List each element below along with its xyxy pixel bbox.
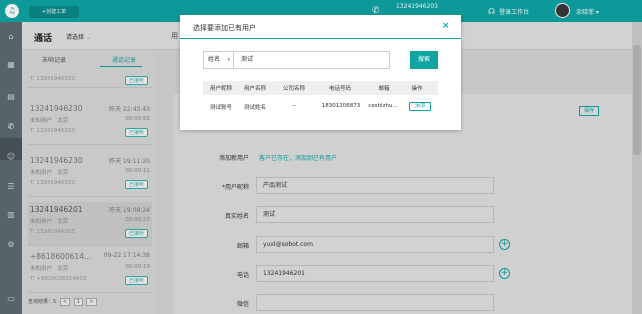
search-button[interactable]: 搜索	[410, 51, 438, 69]
add-existing-user-dialog: 选择要添加已有用户 × 姓名 ▾ 测试 搜索 用户昵称 用户名称 公司名称 电话…	[180, 15, 461, 130]
chevron-down-icon: ▾	[227, 57, 230, 63]
cell-phone: 18301206873	[321, 103, 361, 109]
search-field-select[interactable]: 姓名 ▾	[203, 51, 234, 69]
add-button[interactable]: 添加	[409, 102, 431, 111]
dialog-header: 选择要添加已有用户 ×	[180, 15, 461, 39]
column-header: 公司名称	[282, 86, 305, 92]
column-header: 操作	[411, 86, 423, 92]
column-header: 用户名称	[243, 86, 266, 92]
cell-name: 测试姓名	[243, 105, 266, 111]
column-header: 用户昵称	[209, 86, 232, 92]
table-header: 用户昵称 用户名称 公司名称 电话号码 邮箱 操作	[203, 81, 438, 95]
cell-nickname: 测试账号	[209, 105, 232, 111]
cell-company: --	[292, 103, 296, 109]
search-field-value: 姓名	[208, 56, 221, 63]
close-icon[interactable]: ×	[442, 21, 450, 31]
column-header: 邮箱	[378, 86, 390, 92]
search-input[interactable]: 测试	[234, 51, 390, 69]
dialog-title: 选择要添加已有用户	[193, 24, 256, 32]
column-header: 电话号码	[328, 86, 351, 92]
cell-email: ceshizhu...	[368, 103, 398, 109]
